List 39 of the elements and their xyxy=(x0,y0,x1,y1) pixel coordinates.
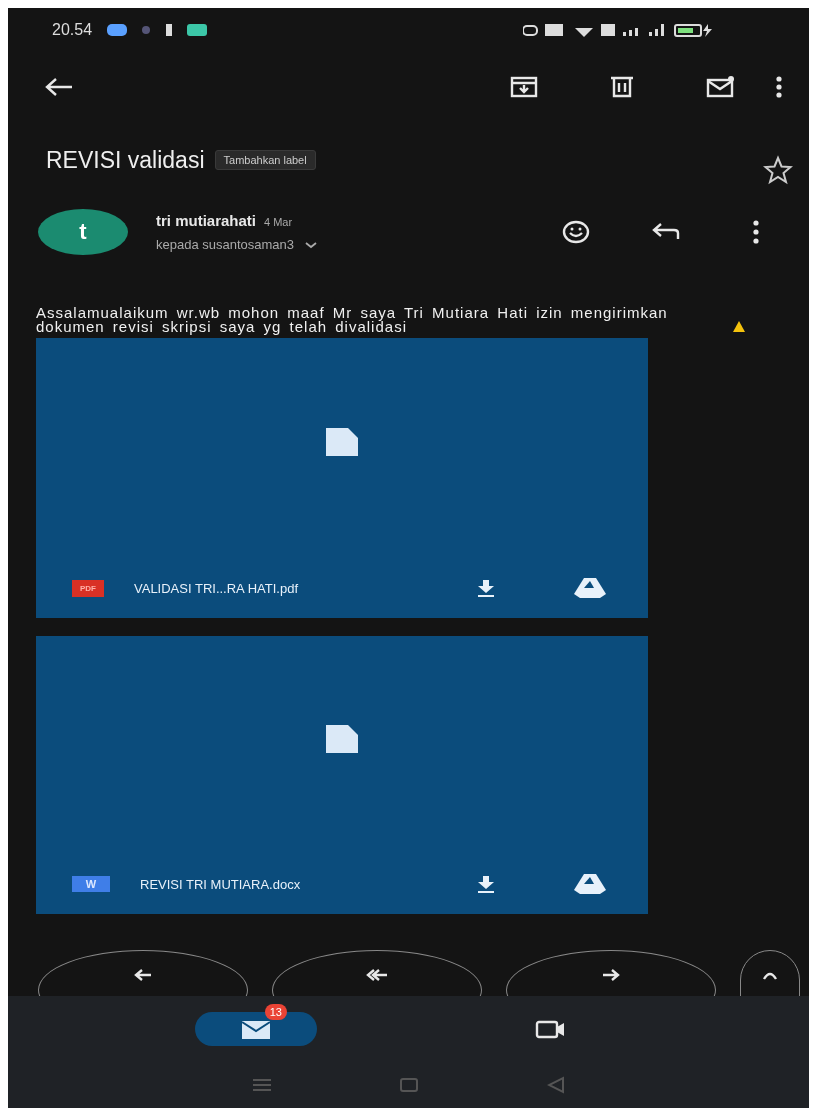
download-icon xyxy=(476,578,496,598)
chevron-down-icon xyxy=(304,240,319,249)
envelope-icon xyxy=(706,75,734,99)
more-icon xyxy=(753,220,759,244)
back-arrow-icon xyxy=(44,77,74,97)
save-to-drive-button[interactable] xyxy=(572,872,608,896)
attachment-name: VALIDASI TRI...RA HATI.pdf xyxy=(134,580,298,596)
attachment-card[interactable]: W REVISI TRI MUTIARA.docx xyxy=(36,636,648,914)
message-date: 4 Mar xyxy=(264,216,293,228)
download-button[interactable] xyxy=(476,874,496,894)
download-button[interactable] xyxy=(476,578,496,598)
notification-icon xyxy=(186,23,209,37)
warning-icon xyxy=(732,320,746,333)
download-icon xyxy=(476,874,496,894)
archive-icon xyxy=(510,75,538,99)
recipient-toggle[interactable]: kepada susantosaman3 xyxy=(156,237,319,252)
save-to-drive-button[interactable] xyxy=(572,576,608,600)
star-icon xyxy=(763,155,793,185)
triangle-logo-icon xyxy=(572,872,608,896)
notification-icon xyxy=(164,23,175,37)
avatar: t xyxy=(38,209,128,255)
notification-icon xyxy=(106,23,129,37)
file-icon xyxy=(324,723,360,755)
unread-count-badge: 13 xyxy=(264,1004,287,1020)
status-time: 20.54 xyxy=(52,21,93,39)
subject-title: REVISI validasi xyxy=(46,146,205,174)
file-icon xyxy=(324,426,360,458)
attachment-name: REVISI TRI MUTIARA.docx xyxy=(140,876,301,892)
add-label-chip[interactable]: Tambahkan label xyxy=(214,150,316,170)
more-icon xyxy=(776,76,782,98)
trash-icon xyxy=(608,75,636,99)
message-body: Assalamualaikum wr.wb mohon maaf Mr saya Tri Mutiara Hati izin mengirimkan dokumen revisi skripsi saya yg telah divalidasi xyxy=(36,306,669,334)
pdf-file-icon: PDF xyxy=(72,579,104,597)
notification-icon xyxy=(140,24,153,36)
triangle-logo-icon xyxy=(572,576,608,600)
sender-name: tri mutiarahati xyxy=(156,212,257,229)
attachment-card[interactable]: PDF VALIDASI TRI...RA HATI.pdf xyxy=(36,338,648,618)
word-file-icon: W xyxy=(72,876,110,892)
star-button[interactable] xyxy=(763,155,793,185)
